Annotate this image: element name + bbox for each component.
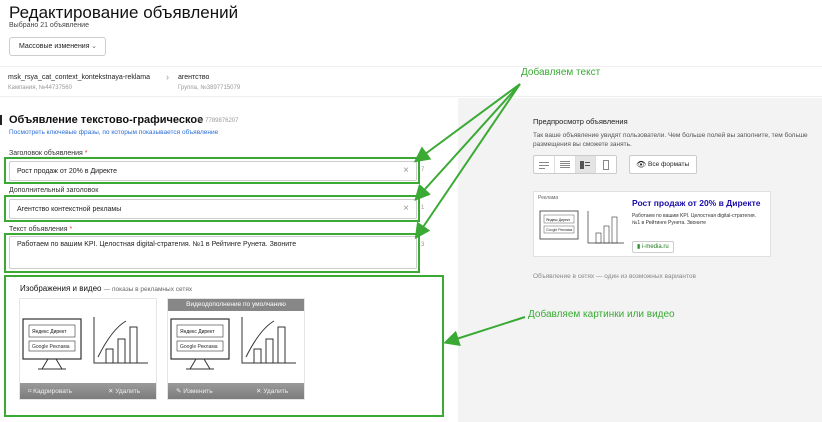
arrow-to-extra-headline	[414, 83, 521, 201]
arrow-to-media	[443, 316, 526, 346]
arrow-to-headline	[413, 83, 521, 163]
annotation-arrows	[413, 83, 526, 346]
annotation-add-media: Добавляем картинки или видео	[528, 309, 675, 320]
annotation-add-text: Добавляем текст	[521, 67, 601, 78]
arrow-to-text	[414, 83, 521, 240]
